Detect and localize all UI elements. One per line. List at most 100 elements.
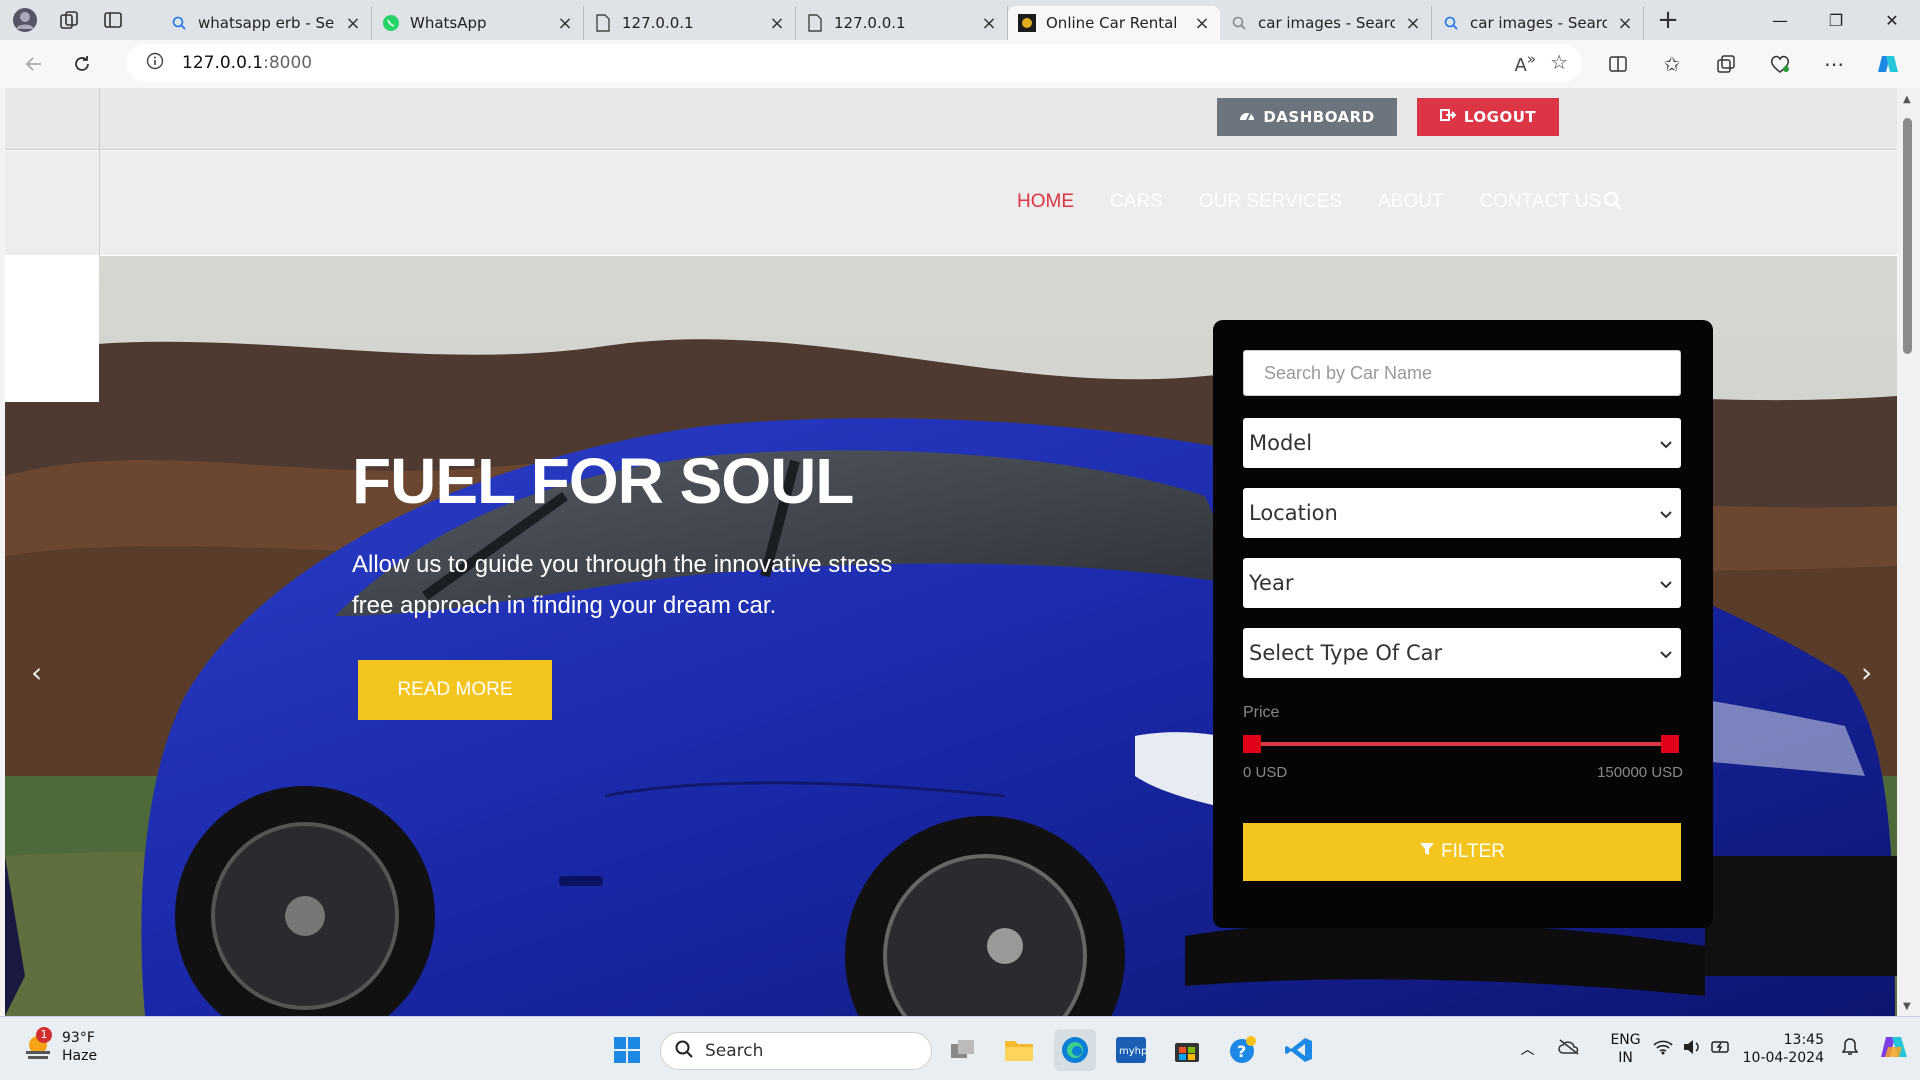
close-tab-icon[interactable]: × — [557, 13, 573, 34]
notifications-bell-icon[interactable] — [1841, 1038, 1859, 1060]
microsoft-store-icon[interactable] — [1166, 1029, 1208, 1071]
car-name-search-input[interactable]: Search by Car Name — [1243, 350, 1681, 396]
split-screen-icon[interactable] — [1600, 46, 1636, 82]
myhp-icon[interactable]: myhp — [1110, 1029, 1152, 1071]
browser-essentials-icon[interactable] — [1762, 46, 1798, 82]
close-tab-icon[interactable]: × — [769, 13, 785, 34]
filter-funnel-icon — [1419, 841, 1435, 863]
tab-title: car images - Search — [1470, 14, 1607, 32]
favorite-star-icon[interactable]: ☆ — [1550, 50, 1568, 76]
logout-label: LOGOUT — [1463, 108, 1537, 126]
price-min-handle[interactable] — [1243, 735, 1261, 753]
tab-2[interactable]: WhatsApp × — [372, 6, 584, 40]
collections-icon[interactable] — [1708, 46, 1744, 82]
close-tab-icon[interactable]: × — [1617, 13, 1633, 34]
tab-4[interactable]: 127.0.0.1 × — [796, 6, 1008, 40]
url-actions: A» ☆ — [1515, 50, 1568, 76]
url-field[interactable]: 127.0.0.1:8000 A» ☆ — [126, 44, 1582, 82]
tab-title: 127.0.0.1 — [622, 14, 694, 32]
site-logo-icon — [1018, 14, 1036, 32]
year-select-value: Year — [1249, 571, 1294, 595]
read-more-button[interactable]: READ MORE — [358, 660, 552, 720]
nav-search-icon[interactable] — [1603, 191, 1623, 215]
get-help-icon[interactable]: ? — [1222, 1029, 1264, 1071]
page-scrollbar[interactable]: ▲ ▼ — [1897, 88, 1920, 1016]
battery-charging-icon[interactable] — [1710, 1039, 1731, 1059]
url-host: 127.0.0.1 — [182, 53, 264, 73]
restore-icon[interactable]: ❐ — [1808, 0, 1864, 40]
dashboard-gauge-icon — [1239, 108, 1255, 126]
tab-7[interactable]: car images - Search × — [1432, 6, 1644, 40]
back-icon[interactable] — [14, 44, 54, 84]
read-aloud-icon[interactable]: A» — [1515, 50, 1537, 76]
clock[interactable]: 13:45 10-04-2024 — [1743, 1031, 1824, 1067]
scroll-up-icon[interactable]: ▲ — [1903, 94, 1911, 105]
scrollbar-thumb[interactable] — [1903, 118, 1912, 354]
car-type-select-value: Select Type Of Car — [1249, 641, 1443, 665]
webpage-viewport: ‹ › DASHBOARD LOGOUT HOME CARS OUR SERVI… — [5, 88, 1897, 1016]
weather-badge: 1 — [36, 1027, 52, 1043]
language-code: ENG — [1610, 1032, 1641, 1048]
carousel-prev-icon[interactable]: ‹ — [31, 656, 42, 689]
weather-condition: Haze — [62, 1048, 98, 1064]
clock-date: 10-04-2024 — [1742, 1050, 1824, 1066]
task-view-icon[interactable] — [942, 1029, 984, 1071]
window-controls: — ❐ ✕ — [1752, 0, 1920, 40]
site-info-icon[interactable] — [146, 52, 164, 74]
file-explorer-icon[interactable] — [998, 1029, 1040, 1071]
favorites-icon[interactable]: ✩ — [1654, 46, 1690, 82]
taskbar-search-label: Search — [705, 1041, 764, 1061]
minimize-icon[interactable]: — — [1752, 0, 1808, 40]
copilot-taskbar-icon[interactable] — [1880, 1033, 1908, 1065]
filter-label: FILTER — [1440, 841, 1506, 862]
price-max-handle[interactable] — [1661, 735, 1679, 753]
windows-taskbar: 1 93°F Haze Search myhp ? ︿ ENG IN 13:45 — [0, 1016, 1920, 1080]
weather-widget[interactable]: 1 93°F Haze — [22, 1027, 98, 1065]
profile-avatar-icon[interactable] — [10, 5, 40, 35]
tab-1[interactable]: whatsapp erb - Sear × — [160, 6, 372, 40]
dashboard-button[interactable]: DASHBOARD — [1217, 98, 1397, 136]
nav-contact-us[interactable]: CONTACT US — [1480, 191, 1602, 213]
refresh-icon[interactable] — [62, 44, 102, 84]
copilot-icon[interactable] — [1870, 46, 1906, 82]
tab-actions-icon[interactable] — [98, 5, 128, 35]
car-type-select[interactable]: Select Type Of Car — [1243, 628, 1681, 678]
region-code: IN — [1618, 1050, 1633, 1066]
workspaces-icon[interactable] — [54, 5, 84, 35]
price-max-value: 150000 USD — [1597, 764, 1683, 781]
volume-icon[interactable] — [1683, 1039, 1701, 1059]
start-windows-icon[interactable] — [606, 1029, 648, 1071]
nav-about[interactable]: ABOUT — [1378, 191, 1443, 213]
show-hidden-icons-chevron-icon[interactable]: ︿ — [1520, 1039, 1534, 1059]
close-window-icon[interactable]: ✕ — [1864, 0, 1920, 40]
nav-cars[interactable]: CARS — [1110, 191, 1163, 213]
scroll-down-icon[interactable]: ▼ — [1903, 1001, 1911, 1012]
tab-5-active[interactable]: Online Car Rental | I × — [1008, 6, 1220, 40]
year-select[interactable]: Year — [1243, 558, 1681, 608]
language-indicator[interactable]: ENG IN — [1610, 1031, 1640, 1067]
tab-bar-left-controls — [0, 0, 160, 40]
filter-button[interactable]: FILTER — [1243, 823, 1681, 881]
carousel-next-icon[interactable]: › — [1861, 656, 1872, 689]
tab-3[interactable]: 127.0.0.1 × — [584, 6, 796, 40]
close-tab-icon[interactable]: × — [345, 13, 361, 34]
onedrive-off-icon[interactable] — [1558, 1039, 1580, 1059]
more-menu-icon[interactable]: ⋯ — [1816, 46, 1852, 82]
location-select[interactable]: Location — [1243, 488, 1681, 538]
model-select[interactable]: Model — [1243, 418, 1681, 468]
taskbar-search-box[interactable]: Search — [660, 1032, 932, 1070]
location-select-value: Location — [1249, 501, 1338, 525]
weather-temperature: 93°F — [62, 1030, 95, 1046]
nav-home[interactable]: HOME — [1017, 191, 1074, 213]
new-tab-icon[interactable]: + — [1650, 2, 1686, 38]
nav-our-services[interactable]: OUR SERVICES — [1199, 191, 1342, 213]
close-tab-icon[interactable]: × — [1194, 13, 1210, 34]
wifi-icon[interactable] — [1653, 1039, 1673, 1059]
close-tab-icon[interactable]: × — [1405, 13, 1421, 34]
vscode-icon[interactable] — [1278, 1029, 1320, 1071]
browser-toolbar: ✩ ⋯ — [1600, 44, 1906, 84]
close-tab-icon[interactable]: × — [981, 13, 997, 34]
tab-6[interactable]: car images - Search × — [1220, 6, 1432, 40]
edge-browser-icon[interactable] — [1054, 1029, 1096, 1071]
logout-button[interactable]: LOGOUT — [1417, 98, 1559, 136]
